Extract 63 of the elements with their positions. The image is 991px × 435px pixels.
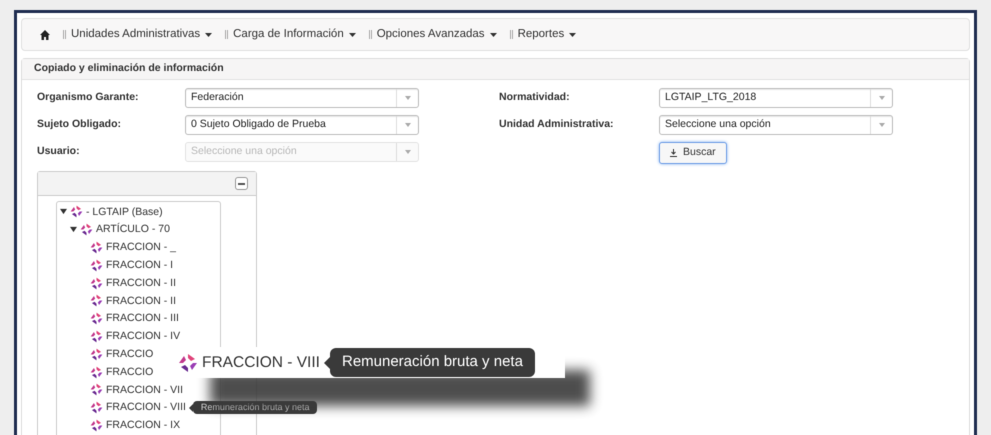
- tree-item[interactable]: FRACCION - VII: [106, 384, 184, 396]
- tree-item[interactable]: FRACCION - IX: [106, 420, 180, 431]
- caret-icon[interactable]: [70, 226, 77, 234]
- grip-icon: [510, 30, 513, 39]
- tree-item[interactable]: FRACCION - I: [106, 260, 174, 271]
- grip-icon: [63, 30, 66, 39]
- caret-icon: [490, 32, 497, 36]
- magnified-tree-item: FRACCION - VIII: [202, 352, 320, 373]
- tooltip: Remuneración bruta y neta: [324, 348, 535, 377]
- tree-item[interactable]: - LGTAIP (Base): [86, 206, 163, 218]
- dropdown-arrow-icon: [404, 150, 410, 154]
- download-icon: [670, 149, 677, 157]
- select-field[interactable]: Seleccione una opción: [659, 115, 893, 135]
- swirl-icon: [90, 312, 103, 326]
- swirl-icon: [90, 348, 103, 361]
- collapse-button[interactable]: [235, 177, 248, 190]
- swirl-icon: [80, 223, 93, 236]
- grip-icon: [225, 30, 228, 39]
- tree-item[interactable]: FRACCIO: [106, 366, 154, 378]
- caret-icon: [205, 32, 212, 36]
- swirl-icon: [90, 366, 103, 379]
- tree-item[interactable]: FRACCION - II: [106, 296, 176, 306]
- tree-item[interactable]: ARTÍCULO - 70: [96, 224, 170, 235]
- tree-item[interactable]: FRACCION - III: [106, 313, 179, 324]
- search-button[interactable]: Buscar: [659, 142, 727, 164]
- swirl-icon: [90, 418, 103, 432]
- tree-item[interactable]: FRACCION - VIII: [106, 402, 186, 413]
- nav-menu[interactable]: Unidades Administrativas: [71, 26, 212, 44]
- swirl-icon: [70, 205, 83, 218]
- swirl-icon: [178, 352, 198, 372]
- tree-item[interactable]: FRACCIO: [106, 349, 154, 360]
- grip-icon: [368, 30, 372, 39]
- home-icon[interactable]: [40, 30, 50, 40]
- swirl-icon: [90, 276, 103, 290]
- tree-item[interactable]: FRACCION - II: [106, 278, 176, 288]
- field-label: Sujeto Obligado:: [37, 117, 122, 132]
- caret-icon[interactable]: [60, 208, 67, 216]
- field-label: Normatividad:: [499, 90, 571, 106]
- panel-title: Copiado y eliminación de información: [34, 61, 224, 76]
- swirl-icon: [90, 258, 103, 272]
- swirl-icon: [90, 383, 103, 396]
- caret-icon: [348, 32, 356, 36]
- swirl-icon: [90, 330, 103, 343]
- field-label: Unidad Administrativa:: [499, 117, 615, 132]
- select-field[interactable]: LGTAIP_LTG_2018: [659, 88, 893, 108]
- swirl-icon: [90, 401, 103, 414]
- nav-menu[interactable]: Opciones Avanzadas: [376, 26, 497, 44]
- field-label: Usuario:: [37, 144, 81, 160]
- nav-menu[interactable]: Carga de Información: [233, 26, 356, 44]
- dropdown-arrow-icon: [878, 96, 884, 100]
- swirl-icon: [90, 240, 103, 254]
- tree-item[interactable]: FRACCION - _: [106, 242, 176, 253]
- dropdown-arrow-icon: [404, 123, 410, 127]
- select-field[interactable]: Federación: [185, 88, 419, 108]
- tree-item[interactable]: FRACCION - IV: [106, 331, 180, 342]
- caret-icon: [569, 32, 576, 36]
- dropdown-arrow-icon: [878, 123, 884, 127]
- swirl-icon: [90, 294, 103, 308]
- minus-icon: [238, 182, 245, 184]
- field-label: Organismo Garante:: [37, 90, 140, 106]
- select-field[interactable]: 0 Sujeto Obligado de Prueba: [185, 115, 419, 135]
- dropdown-arrow-icon: [404, 96, 410, 100]
- nav-menu[interactable]: Reportes: [518, 26, 576, 44]
